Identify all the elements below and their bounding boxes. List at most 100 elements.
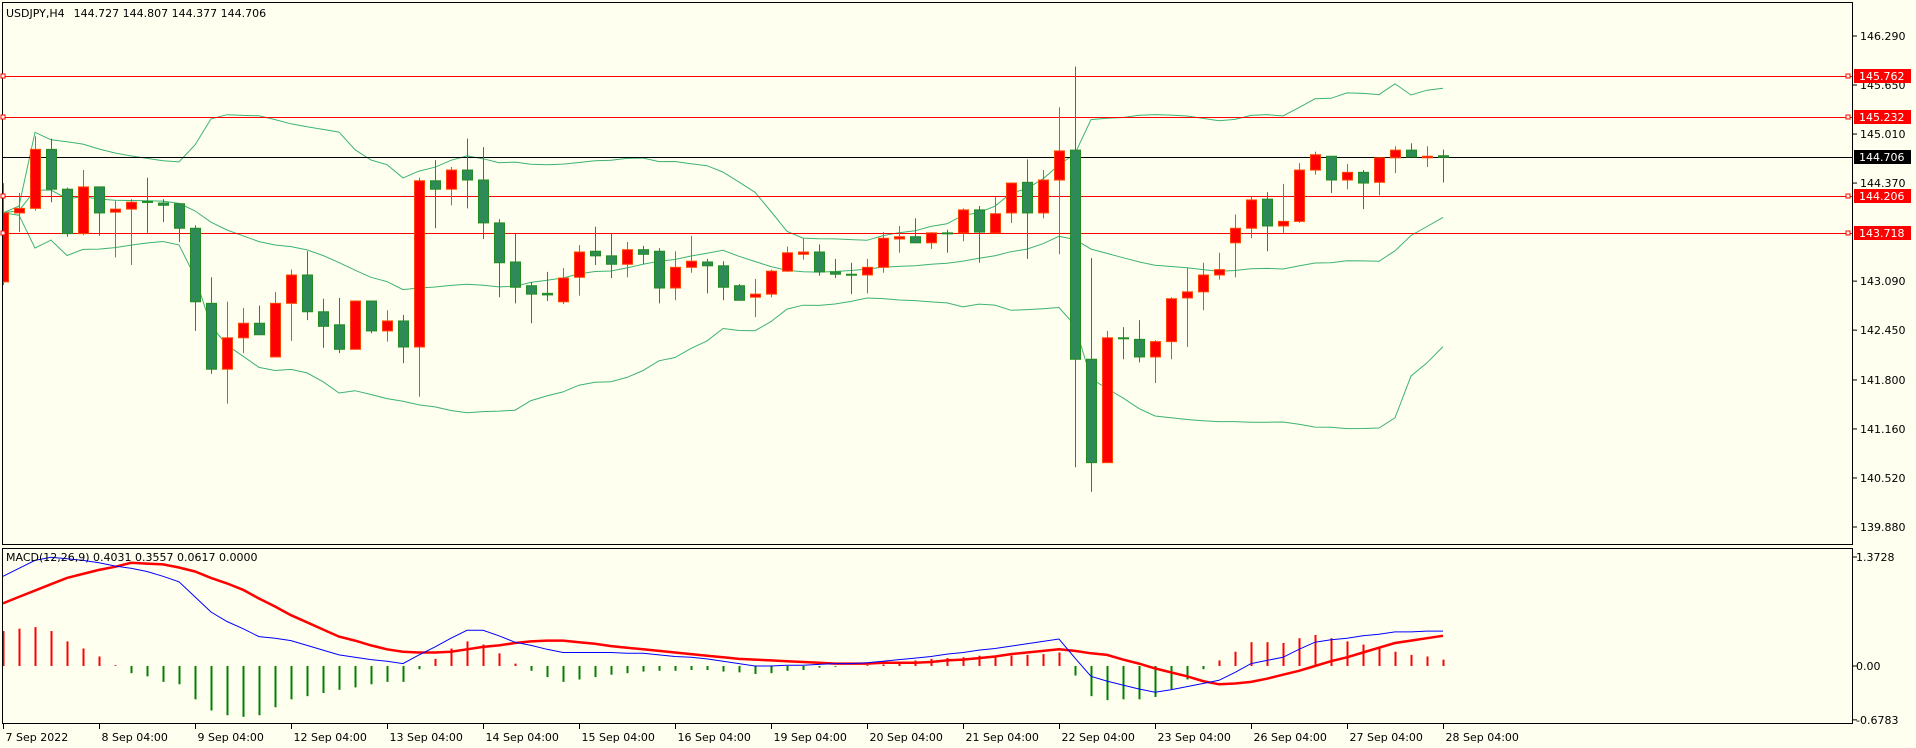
candle-body	[126, 201, 137, 210]
candle-body	[1166, 298, 1177, 343]
level-line-handle[interactable]	[0, 230, 6, 236]
price-axis-label: 141.160	[1860, 423, 1906, 436]
candle-body	[1246, 199, 1257, 229]
candle-body	[974, 209, 985, 233]
candle-body	[478, 179, 489, 224]
time-axis-label: 22 Sep 04:00	[1062, 731, 1135, 744]
candle-body	[382, 320, 393, 332]
candle-body	[1214, 269, 1225, 276]
bullish-candle	[766, 269, 777, 298]
candle-body	[1294, 169, 1305, 222]
level-line-handle[interactable]	[0, 193, 6, 199]
price-tag-label: 145.762	[1859, 70, 1905, 83]
candle-body	[94, 186, 105, 214]
candle-body	[238, 322, 249, 339]
time-axis-label: 23 Sep 04:00	[1158, 731, 1231, 744]
candle-body	[654, 250, 665, 289]
candle-body	[1022, 181, 1033, 214]
candle-body	[1310, 154, 1321, 171]
candle-body	[174, 203, 185, 229]
bullish-candle	[1294, 163, 1305, 223]
level-line-handle[interactable]	[1845, 193, 1851, 199]
price-tag-label: 144.706	[1859, 151, 1905, 164]
candle-body	[1150, 341, 1161, 358]
candle-body	[1278, 220, 1289, 227]
candle-body	[814, 251, 825, 273]
candle-body	[622, 249, 633, 265]
bearish-candle	[366, 300, 377, 334]
level-line-handle[interactable]	[0, 114, 6, 120]
candle-body	[286, 274, 297, 304]
candle-body	[446, 169, 457, 190]
level-line-handle[interactable]	[1845, 73, 1851, 79]
candle-body	[430, 180, 441, 190]
candle-body	[750, 293, 761, 298]
candle-body	[1326, 155, 1337, 181]
candle-body	[462, 169, 473, 181]
time-axis-label: 28 Sep 04:00	[1446, 731, 1519, 744]
candle-body	[270, 302, 281, 358]
price-axis-label: 144.370	[1860, 177, 1906, 190]
candle-body	[1262, 198, 1273, 227]
bearish-candle	[734, 284, 745, 301]
candle-body	[1422, 155, 1433, 159]
candle-body	[206, 302, 217, 370]
candle-body	[846, 273, 857, 276]
candle-body	[526, 285, 537, 295]
chart-header: USDJPY,H4 144.727 144.807 144.377 144.706	[6, 7, 266, 20]
candle-body	[1006, 182, 1017, 214]
candle-body	[894, 236, 905, 240]
candle-body	[1134, 338, 1145, 358]
bearish-candle	[62, 187, 73, 237]
time-axis-label: 19 Sep 04:00	[774, 731, 847, 744]
candle-body	[414, 180, 425, 348]
bullish-candle	[878, 232, 889, 273]
candle-body	[142, 200, 153, 203]
time-axis-label: 9 Sep 04:00	[198, 731, 264, 744]
macd-header: MACD(12,26,9) 0.4031 0.3557 0.0617 0.000…	[6, 551, 258, 564]
candle-body	[158, 202, 169, 206]
candle-body	[1358, 171, 1369, 184]
price-axis-label: 145.010	[1860, 128, 1906, 141]
macd-axis-label: 1.3728	[1856, 551, 1895, 564]
level-line-handle[interactable]	[1845, 114, 1851, 120]
candle-body	[1198, 274, 1209, 293]
candle-body	[782, 252, 793, 272]
time-axis-label: 7 Sep 2022	[6, 731, 69, 744]
candle-body	[254, 322, 265, 336]
candle-body	[1406, 149, 1417, 158]
price-axis-label: 146.290	[1860, 30, 1906, 43]
time-axis-label: 14 Sep 04:00	[486, 731, 559, 744]
candle-body	[14, 207, 25, 214]
candle-body	[686, 260, 697, 268]
candle-body	[574, 251, 585, 278]
candle-body	[510, 261, 521, 288]
candle-body	[1374, 157, 1385, 183]
candle-body	[766, 270, 777, 295]
candle-body	[398, 320, 409, 348]
candle-body	[1390, 149, 1401, 159]
chart-background	[0, 0, 1916, 748]
price-axis-label: 140.520	[1860, 472, 1906, 485]
candle-body	[494, 222, 505, 264]
time-axis-label: 8 Sep 04:00	[102, 731, 168, 744]
candle-body	[190, 227, 201, 303]
price-axis-label: 141.800	[1860, 374, 1906, 387]
candle-body	[878, 237, 889, 268]
time-axis-label: 26 Sep 04:00	[1254, 731, 1327, 744]
candle-body	[334, 324, 345, 350]
macd-axis-label: 0.00	[1856, 660, 1881, 673]
price-tag-label: 145.232	[1859, 111, 1905, 124]
candle-body	[718, 265, 729, 288]
candle-body	[46, 148, 57, 190]
candle-body	[926, 232, 937, 244]
bullish-candle	[350, 300, 361, 350]
candle-body	[1070, 149, 1081, 360]
time-axis-label: 27 Sep 04:00	[1350, 731, 1423, 744]
candle-body	[702, 261, 713, 267]
level-line-handle[interactable]	[0, 73, 6, 79]
level-line-handle[interactable]	[1845, 230, 1851, 236]
candle-body	[1102, 337, 1113, 464]
time-axis-label: 16 Sep 04:00	[678, 731, 751, 744]
trading-chart[interactable]: 146.290145.650145.010144.370143.090142.4…	[0, 0, 1916, 748]
